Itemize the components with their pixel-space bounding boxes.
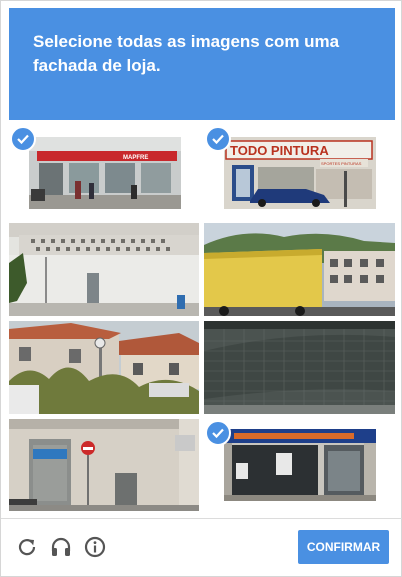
tile-4[interactable]: [204, 223, 395, 316]
dark-wall-picture: [204, 321, 395, 414]
tile-1-sign: MAPFRE: [123, 155, 148, 161]
tile-2[interactable]: TODO PINTURA SPORTES PINTURAS: [204, 125, 395, 217]
tile-4-image: [204, 223, 395, 316]
tile-1-image: MAPFRE: [29, 137, 181, 209]
reload-icon: [18, 539, 36, 556]
checkmark-icon: [17, 134, 29, 145]
checkmark-icon: [212, 134, 224, 145]
checkmark-icon: [212, 428, 224, 439]
tile-3[interactable]: [9, 223, 199, 316]
tile-2-image: TODO PINTURA SPORTES PINTURAS: [224, 137, 376, 209]
tile-8-image: [224, 429, 376, 501]
tile-7[interactable]: [9, 419, 199, 511]
tile-2-subsign: SPORTES PINTURAS: [321, 161, 362, 166]
headphones-icon: [51, 537, 71, 556]
houses-picture: [9, 321, 199, 414]
yellow-truck-picture: [204, 223, 395, 316]
tile-8[interactable]: [204, 419, 395, 511]
info-button[interactable]: [83, 535, 107, 559]
tile-1-checkmark: [10, 126, 36, 152]
info-icon: [84, 536, 106, 558]
white-building-picture: [9, 223, 199, 316]
shop-front-picture: [224, 429, 376, 501]
tile-2-checkmark: [205, 126, 231, 152]
storefront-picture: MAPFRE: [29, 137, 181, 209]
tile-6[interactable]: [204, 321, 395, 414]
tile-5-image: [9, 321, 199, 414]
image-grid: MAPFRE TODO PINTURA SPORTES PINTURAS: [1, 1, 402, 521]
tile-1[interactable]: MAPFRE: [9, 125, 199, 217]
paint-store-picture: TODO PINTURA SPORTES PINTURAS: [224, 137, 376, 209]
tile-7-image: [9, 419, 199, 511]
tile-8-checkmark: [205, 420, 231, 446]
confirm-button[interactable]: CONFIRMAR: [298, 530, 389, 564]
footer-divider: [1, 518, 402, 519]
tile-3-image: [9, 223, 199, 316]
captcha-frame: Selecione todas as imagens com uma facha…: [0, 0, 402, 577]
tile-6-image: [204, 321, 395, 414]
street-picture: [9, 419, 199, 511]
audio-challenge-button[interactable]: [49, 535, 73, 559]
reload-button[interactable]: [15, 535, 39, 559]
tile-2-sign: TODO PINTURA: [230, 143, 329, 158]
tile-5[interactable]: [9, 321, 199, 414]
